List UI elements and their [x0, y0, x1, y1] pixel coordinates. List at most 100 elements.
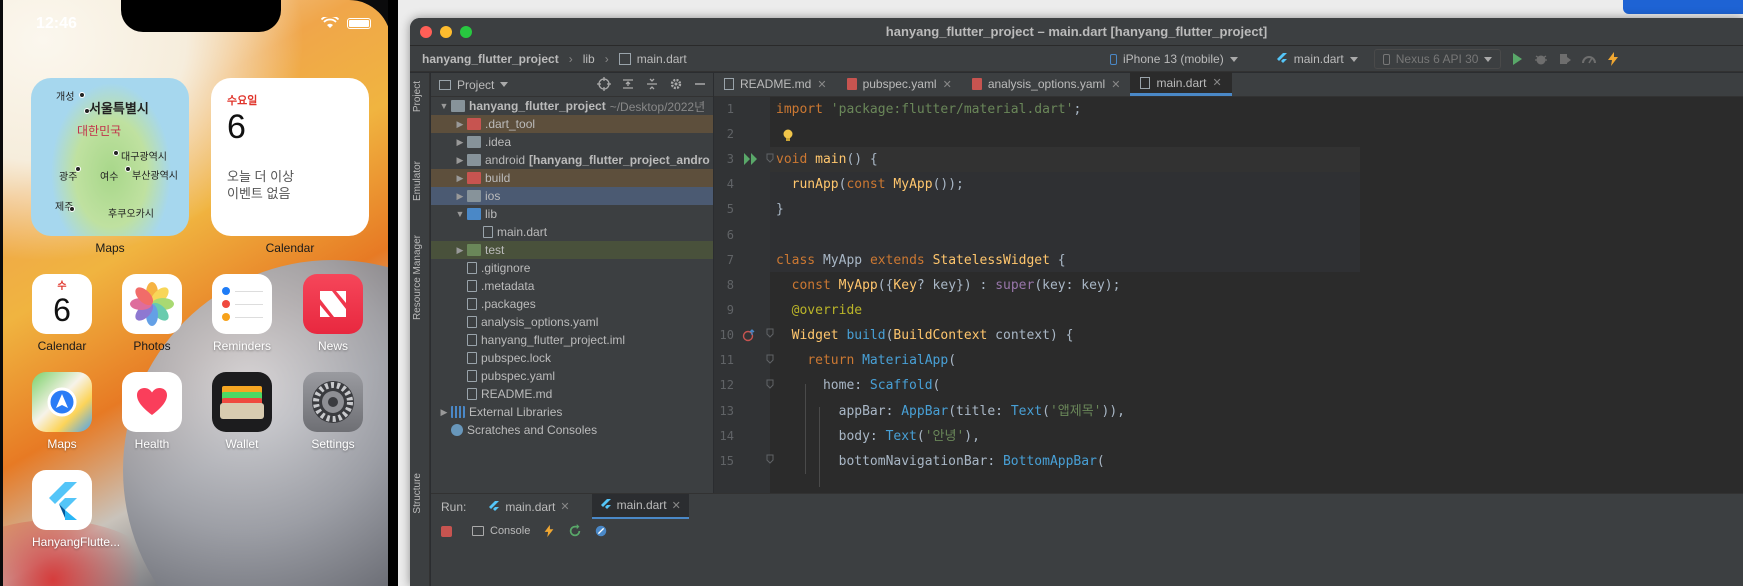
- collapse-all-icon[interactable]: [645, 77, 659, 91]
- tree-item[interactable]: README.md: [431, 385, 713, 403]
- tab-analysis-options[interactable]: analysis_options.yaml ✕: [962, 72, 1131, 96]
- app-wallet[interactable]: Wallet: [212, 372, 272, 451]
- app-health[interactable]: Health: [122, 372, 182, 451]
- chevron-right-icon[interactable]: ▶: [453, 173, 467, 184]
- tree-item[interactable]: ▶ build: [431, 169, 713, 187]
- stop-icon[interactable]: [441, 525, 452, 537]
- app-photos[interactable]: Photos: [122, 274, 182, 353]
- calendar-app-day: 6: [53, 292, 71, 328]
- chevron-right-icon[interactable]: ▶: [453, 191, 467, 202]
- tree-item[interactable]: pubspec.lock: [431, 349, 713, 367]
- hide-panel-icon[interactable]: [693, 77, 707, 91]
- run-tab-2[interactable]: main.dart ✕: [591, 493, 689, 520]
- app-settings[interactable]: Settings: [303, 372, 363, 451]
- tree-item[interactable]: hanyang_flutter_project.iml: [431, 331, 713, 349]
- tree-item[interactable]: analysis_options.yaml: [431, 313, 713, 331]
- console-tab[interactable]: Console: [472, 525, 530, 537]
- project-panel-title[interactable]: Project: [457, 78, 494, 92]
- breadcrumb-file[interactable]: main.dart: [637, 52, 687, 66]
- maximize-window-button[interactable]: [460, 25, 472, 38]
- tab-pubspec[interactable]: pubspec.yaml ✕: [837, 72, 962, 96]
- chevron-down-icon[interactable]: ▼: [453, 209, 467, 219]
- tree-item[interactable]: ▶ ios: [431, 187, 713, 205]
- chevron-down-icon: [1229, 56, 1238, 62]
- locate-icon[interactable]: [597, 77, 611, 91]
- app-maps[interactable]: Maps: [32, 372, 92, 451]
- app-news[interactable]: News: [303, 274, 363, 353]
- chevron-right-icon[interactable]: ▶: [453, 245, 467, 256]
- chevron-down-icon[interactable]: ▼: [437, 101, 451, 111]
- override-gutter-icon[interactable]: [742, 328, 756, 342]
- hot-reload-icon[interactable]: [1605, 51, 1621, 67]
- maps-widget[interactable]: 개성 서울특별시 대한민국 대구광역시 광주 여수 부산광역시 제주 후쿠오카시: [31, 78, 189, 236]
- file-icon: [467, 280, 477, 292]
- close-icon[interactable]: ✕: [943, 78, 952, 91]
- tree-item[interactable]: ▶ android [hanyang_flutter_project_andro: [431, 151, 713, 169]
- tree-item-label: .gitignore: [481, 261, 531, 275]
- tree-item[interactable]: ▶ .dart_tool: [431, 115, 713, 133]
- code-area[interactable]: 1 2 3 4 5 6 7 8 9 10 11 12 13 14 15 import 'package:fl…: [714, 97, 1743, 493]
- fold-icon[interactable]: [766, 153, 774, 163]
- tree-item[interactable]: ▼ lib: [431, 205, 713, 223]
- device-selector[interactable]: iPhone 13 (mobile): [1102, 49, 1246, 69]
- fold-icon[interactable]: [766, 354, 774, 364]
- tree-item[interactable]: ▶ .idea: [431, 133, 713, 151]
- fold-icon[interactable]: [766, 379, 774, 389]
- run-gutter-icon[interactable]: [744, 153, 758, 165]
- run-console-output[interactable]: [431, 543, 1743, 586]
- chevron-right-icon[interactable]: ▶: [453, 155, 467, 166]
- tree-item[interactable]: Scratches and Consoles: [431, 421, 713, 439]
- tree-item[interactable]: pubspec.yaml: [431, 367, 713, 385]
- chevron-down-icon[interactable]: [500, 82, 509, 87]
- tab-resource-manager[interactable]: Resource Manager: [412, 235, 423, 320]
- devtools-icon[interactable]: [594, 524, 608, 538]
- run-config-selector[interactable]: main.dart: [1268, 49, 1366, 69]
- breadcrumb-project[interactable]: hanyang_flutter_project: [422, 52, 559, 66]
- hot-reload-icon[interactable]: [542, 524, 556, 538]
- close-window-button[interactable]: [420, 25, 432, 38]
- tree-item[interactable]: .packages: [431, 295, 713, 313]
- run-icon[interactable]: [1509, 51, 1525, 67]
- calendar-widget[interactable]: 수요일 6 오늘 더 이상 이벤트 없음: [211, 78, 369, 236]
- tree-item[interactable]: .gitignore: [431, 259, 713, 277]
- code-line-3: void main() {: [776, 152, 878, 167]
- app-calendar[interactable]: 수 6 Calendar: [32, 274, 92, 353]
- close-icon[interactable]: ✕: [560, 500, 569, 513]
- gear-icon[interactable]: [669, 77, 683, 91]
- hot-restart-icon[interactable]: [568, 524, 582, 538]
- tree-item[interactable]: ▶ test: [431, 241, 713, 259]
- coverage-icon[interactable]: [1557, 51, 1573, 67]
- tree-item[interactable]: .metadata: [431, 277, 713, 295]
- breadcrumb-lib[interactable]: lib: [583, 52, 595, 66]
- expand-all-icon[interactable]: [621, 77, 635, 91]
- tab-structure[interactable]: Structure: [412, 473, 423, 514]
- tab-main-dart[interactable]: main.dart ✕: [1130, 72, 1232, 96]
- tab-project[interactable]: Project: [412, 81, 423, 112]
- close-icon[interactable]: ✕: [817, 78, 826, 91]
- lightbulb-icon[interactable]: [782, 129, 794, 143]
- line-number: 2: [726, 127, 734, 141]
- app-hanyang-flutter[interactable]: HanyangFlutte...: [32, 470, 120, 549]
- profiler-icon[interactable]: [1581, 51, 1597, 67]
- close-icon[interactable]: ✕: [672, 499, 681, 512]
- tab-emulator[interactable]: Emulator: [412, 161, 423, 201]
- fold-icon[interactable]: [766, 328, 774, 338]
- tab-readme[interactable]: README.md ✕: [714, 72, 837, 96]
- minimize-window-button[interactable]: [440, 25, 452, 38]
- close-icon[interactable]: ✕: [1212, 76, 1221, 89]
- yaml-file-icon: [846, 78, 857, 90]
- chevron-right-icon[interactable]: ▶: [453, 137, 467, 148]
- debug-icon[interactable]: [1533, 51, 1549, 67]
- emulator-selector[interactable]: Nexus 6 API 30: [1373, 49, 1502, 69]
- line-number: 8: [726, 278, 734, 292]
- tree-item[interactable]: ▶ External Libraries: [431, 403, 713, 421]
- app-reminders[interactable]: Reminders: [212, 274, 272, 353]
- tree-item[interactable]: main.dart: [431, 223, 713, 241]
- fold-icon[interactable]: [766, 454, 774, 464]
- close-icon[interactable]: ✕: [1111, 78, 1120, 91]
- chevron-right-icon[interactable]: ▶: [453, 119, 467, 130]
- chevron-right-icon[interactable]: ▶: [437, 407, 451, 418]
- chevron-right-icon: ›: [604, 51, 609, 66]
- tree-item[interactable]: ▼ hanyang_flutter_project ~/Desktop/2022년: [431, 97, 713, 115]
- run-tab-1[interactable]: main.dart ✕: [480, 494, 577, 520]
